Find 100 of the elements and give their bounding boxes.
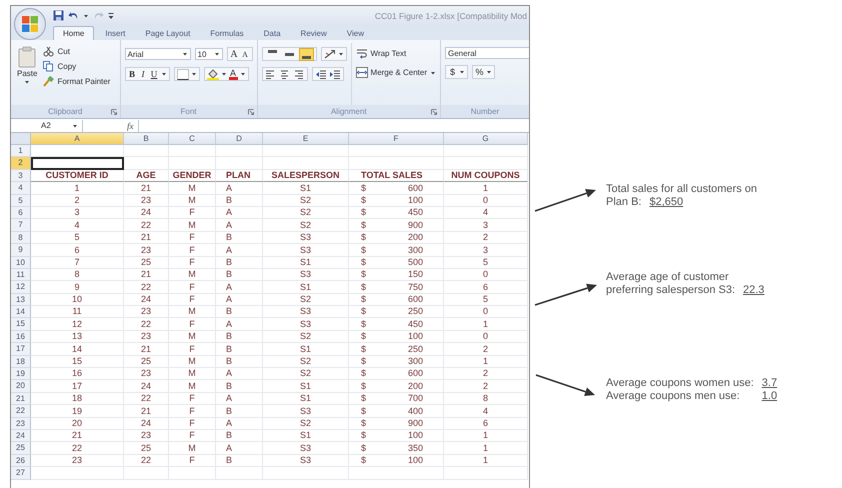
ribbon-button[interactable]: Copy xyxy=(43,61,110,72)
undo-icon[interactable] xyxy=(68,10,79,21)
ribbon-button[interactable]: Format Painter xyxy=(43,76,110,87)
arrow xyxy=(534,284,597,306)
row-number[interactable]: 15 xyxy=(11,318,31,331)
row-number[interactable]: 7 xyxy=(11,219,31,232)
merge-center-button[interactable]: Merge & Center xyxy=(356,67,436,78)
row-number[interactable]: 14 xyxy=(11,306,31,318)
paste-button[interactable]: Paste xyxy=(15,43,40,105)
table-cell: B xyxy=(216,380,263,393)
number-format-field[interactable]: General xyxy=(445,47,529,59)
ribbon-tab[interactable]: Home xyxy=(53,26,94,40)
table-cell: 1 xyxy=(444,318,528,331)
ribbon-tab[interactable]: Page Layout xyxy=(136,26,200,40)
row-number[interactable]: 5 xyxy=(11,194,31,207)
caret-icon[interactable] xyxy=(160,71,167,77)
row-number[interactable]: 12 xyxy=(11,281,31,294)
row-number[interactable]: 9 xyxy=(11,244,31,257)
app-menu-button[interactable] xyxy=(14,8,46,40)
italic-button[interactable]: I xyxy=(138,68,148,80)
caret-icon[interactable] xyxy=(190,71,197,77)
row-number[interactable]: 19 xyxy=(11,368,31,380)
ribbon-tab[interactable]: Insert xyxy=(96,26,134,40)
ribbon-tab[interactable]: Formulas xyxy=(201,26,253,40)
row-number[interactable]: 27 xyxy=(11,467,31,480)
launcher-icon[interactable] xyxy=(110,108,117,114)
paint-bucket-icon[interactable] xyxy=(206,68,219,80)
align-right-icon[interactable] xyxy=(292,68,305,80)
font-name-field[interactable]: Arial xyxy=(124,48,191,60)
shrink-font-button[interactable]: A xyxy=(240,48,250,60)
function-label[interactable]: fx xyxy=(127,120,134,130)
caret-icon[interactable] xyxy=(459,69,465,75)
row-number[interactable]: 1 xyxy=(11,145,31,158)
column-header[interactable]: F xyxy=(349,133,444,145)
table-cell: M xyxy=(169,306,216,318)
ribbon-tab[interactable]: Review xyxy=(292,26,336,40)
column-header[interactable]: G xyxy=(444,133,528,145)
table-cell: S1 xyxy=(263,392,349,406)
table-cell: 1 xyxy=(444,454,528,468)
currency-symbol: $ xyxy=(361,206,366,218)
column-header[interactable]: B xyxy=(124,133,169,145)
grow-font-button[interactable]: A xyxy=(230,48,239,60)
row-number[interactable]: 17 xyxy=(11,343,31,356)
row-number[interactable]: 22 xyxy=(11,405,31,418)
caret-icon[interactable] xyxy=(486,69,492,75)
row-number[interactable]: 2 xyxy=(11,157,31,170)
borders-icon[interactable] xyxy=(176,68,189,80)
launcher-icon[interactable] xyxy=(431,108,437,114)
wrap-text-button[interactable]: Wrap Text xyxy=(356,48,436,59)
row-number[interactable]: 16 xyxy=(11,330,31,344)
customize-icon[interactable] xyxy=(108,12,114,20)
row-number[interactable]: 21 xyxy=(11,392,31,406)
ribbon-tab[interactable]: Data xyxy=(254,26,290,40)
table-cell: S1 xyxy=(263,281,349,294)
row-number[interactable]: 6 xyxy=(11,206,31,220)
column-heading: TOTAL SALES xyxy=(349,170,444,182)
row-number[interactable]: 3 xyxy=(11,170,31,182)
column-header[interactable]: A xyxy=(31,133,124,145)
column-header[interactable]: D xyxy=(216,133,263,145)
row-number[interactable]: 23 xyxy=(11,418,31,430)
row-number[interactable]: 10 xyxy=(11,256,31,269)
align-center-icon[interactable] xyxy=(278,68,291,80)
bold-button[interactable]: B xyxy=(128,68,137,80)
decrease-indent-icon[interactable] xyxy=(314,68,327,80)
column-header[interactable]: C xyxy=(169,133,216,145)
caret-icon[interactable] xyxy=(240,71,246,77)
caret-icon[interactable] xyxy=(338,51,344,57)
column-header[interactable]: E xyxy=(263,133,349,145)
font-color-button[interactable]: A xyxy=(228,68,238,80)
currency-symbol: $ xyxy=(361,330,366,342)
name-box[interactable]: A2 xyxy=(11,120,83,132)
amount-text: 200 xyxy=(408,231,423,244)
orientation-icon[interactable] xyxy=(324,48,336,60)
currency-symbol: $ xyxy=(361,218,366,231)
row-number[interactable]: 8 xyxy=(11,232,31,244)
align-bottom-icon[interactable] xyxy=(298,48,314,60)
ribbon-tab[interactable]: View xyxy=(338,26,373,40)
underline-button[interactable]: U xyxy=(150,68,159,80)
table-cell: 24 xyxy=(124,418,169,430)
amount-text: 250 xyxy=(408,305,423,318)
row-number[interactable]: 13 xyxy=(11,294,31,306)
row-number[interactable]: 26 xyxy=(11,454,31,468)
empty-cell xyxy=(216,467,263,480)
caret-icon[interactable] xyxy=(220,71,227,77)
save-icon[interactable] xyxy=(53,10,64,21)
align-left-icon[interactable] xyxy=(264,68,277,80)
amount-text: 300 xyxy=(408,244,423,256)
launcher-icon[interactable] xyxy=(248,108,254,114)
caret-icon[interactable] xyxy=(83,12,89,18)
row-number[interactable]: 11 xyxy=(11,268,31,282)
increase-indent-icon[interactable] xyxy=(328,68,341,80)
table-cell: S2 xyxy=(263,356,349,368)
ribbon-button[interactable]: Cut xyxy=(43,46,110,57)
font-size-field[interactable]: 10 xyxy=(194,48,223,60)
row-number[interactable]: 18 xyxy=(11,356,31,368)
row-number[interactable]: 24 xyxy=(11,430,31,442)
row-number[interactable]: 4 xyxy=(11,182,31,195)
row-number[interactable]: 20 xyxy=(11,380,31,393)
active-cell[interactable] xyxy=(31,157,124,170)
row-number[interactable]: 25 xyxy=(11,442,31,455)
